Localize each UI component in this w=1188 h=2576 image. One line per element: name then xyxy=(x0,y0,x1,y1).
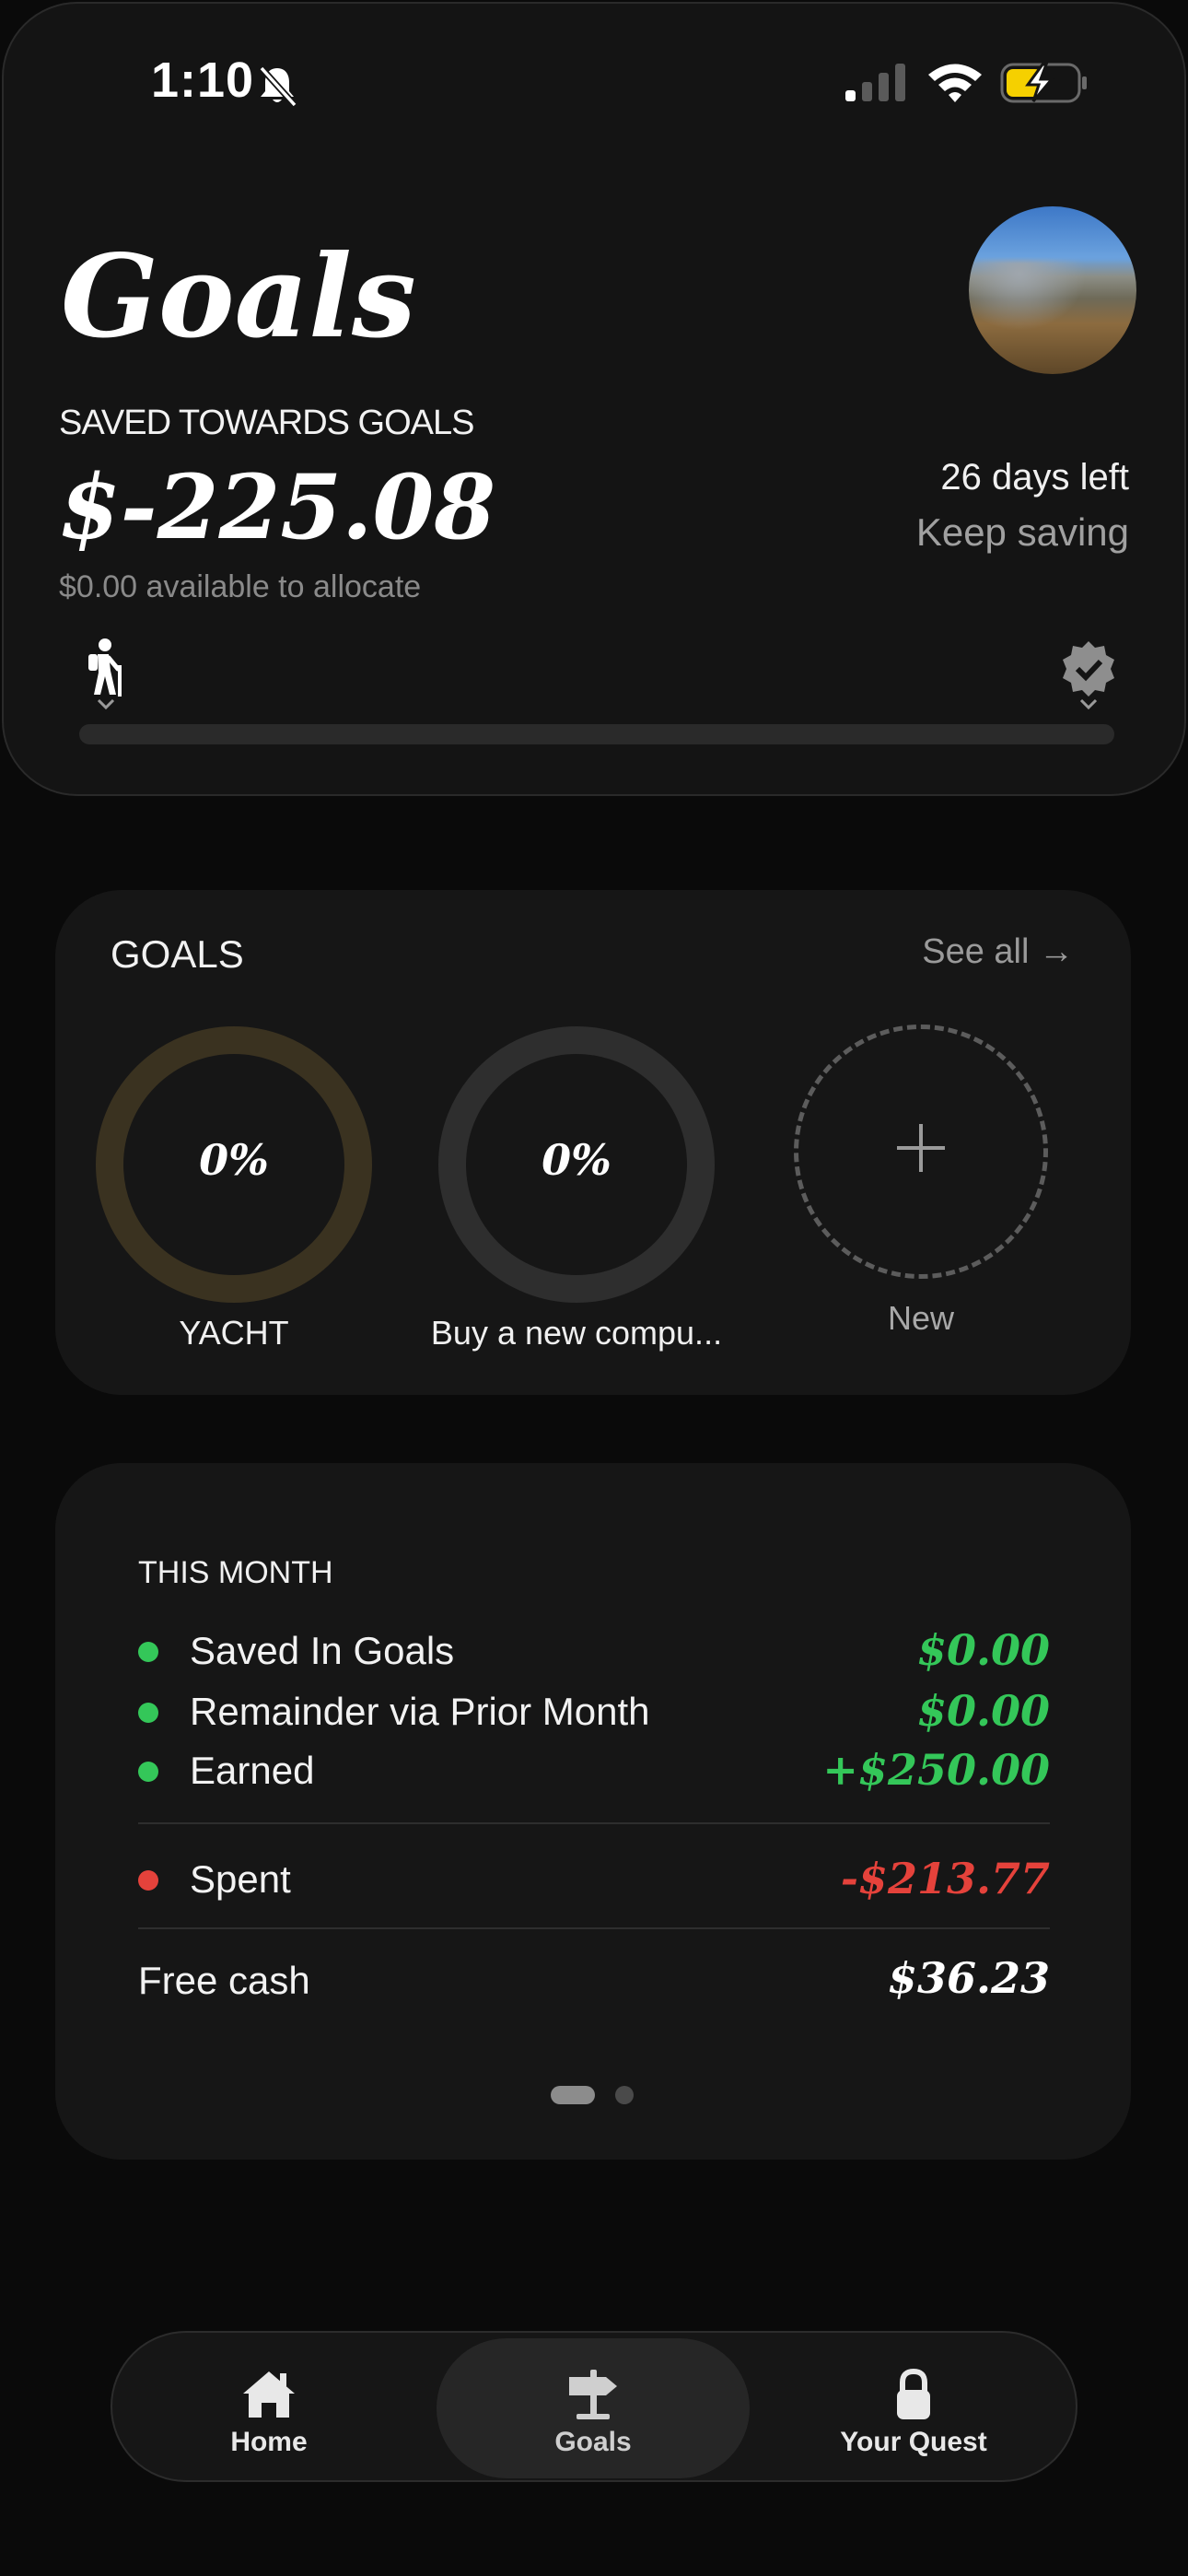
status-dot xyxy=(138,1870,158,1891)
tab-your-quest[interactable]: Your Quest xyxy=(757,2333,1070,2480)
page-title: Goals xyxy=(61,230,416,364)
row-label: Spent xyxy=(190,1857,291,1901)
page-indicator[interactable] xyxy=(615,2086,634,2104)
row-label: Earned xyxy=(190,1749,315,1792)
house-icon xyxy=(243,2371,295,2418)
row-label: Saved In Goals xyxy=(190,1629,455,1672)
verified-badge-icon[interactable] xyxy=(1059,639,1118,698)
goals-heading: GOALS xyxy=(111,932,244,976)
free-cash-label: Free cash xyxy=(138,1959,310,2002)
wifi-icon xyxy=(928,64,982,102)
divider xyxy=(138,1927,1050,1929)
free-cash-value: $36.23 xyxy=(887,1953,1050,2003)
row-value: $0.00 xyxy=(916,1686,1050,1736)
goals-header-card: 1:10 Goals SAVED TOWARDS GOALS $-225.08 xyxy=(2,2,1186,796)
tab-home[interactable]: Home xyxy=(112,2333,425,2480)
goal-name[interactable]: Buy a new compu... xyxy=(420,1314,733,1352)
month-row-saved: Saved In Goals $0.00 xyxy=(138,1623,1050,1679)
status-dot xyxy=(138,1703,158,1723)
row-value: +$250.00 xyxy=(822,1745,1050,1795)
tab-label: Your Quest xyxy=(840,2427,987,2457)
goals-card: GOALS See all → 0% YACHT 0% Buy a new co… xyxy=(55,890,1131,1395)
divider xyxy=(138,1822,1050,1824)
page-indicator-active[interactable] xyxy=(551,2086,595,2104)
this-month-card[interactable]: THIS MONTH Saved In Goals $0.00 Remainde… xyxy=(55,1463,1131,2160)
tab-label: Home xyxy=(230,2427,308,2457)
plus-icon[interactable] xyxy=(895,1122,947,1174)
bell-muted-icon xyxy=(259,65,297,108)
goal-progress-bar xyxy=(79,724,1114,744)
goal-percent: 0% xyxy=(542,1135,611,1185)
lock-icon xyxy=(897,2368,930,2419)
saved-towards-goals-label: SAVED TOWARDS GOALS xyxy=(59,404,474,442)
avatar[interactable] xyxy=(969,206,1136,374)
status-dot xyxy=(138,1642,158,1662)
tab-label: Goals xyxy=(554,2427,632,2457)
row-value: -$213.77 xyxy=(840,1854,1050,1903)
row-label: Remainder via Prior Month xyxy=(190,1690,650,1733)
month-row-remainder: Remainder via Prior Month $0.00 xyxy=(138,1684,1050,1739)
tab-goals[interactable]: Goals xyxy=(437,2338,750,2478)
keep-saving-text: Keep saving xyxy=(915,510,1129,554)
saved-amount: $-225.08 xyxy=(59,455,496,559)
hiker-icon[interactable] xyxy=(83,638,129,698)
tab-bar: Home Goals Your Quest xyxy=(111,2331,1077,2482)
chevron-down-icon[interactable] xyxy=(96,697,116,711)
days-left: 26 days left xyxy=(940,457,1129,498)
month-row-earned: Earned +$250.00 xyxy=(138,1743,1050,1798)
chevron-down-icon[interactable] xyxy=(1078,697,1099,711)
battery-charging-icon xyxy=(1000,63,1087,103)
month-row-spent: Spent -$213.77 xyxy=(138,1852,1050,1907)
status-bar: 1:10 xyxy=(4,4,1184,170)
goal-name[interactable]: YACHT xyxy=(77,1314,390,1352)
status-time: 1:10 xyxy=(151,53,255,108)
see-all-link[interactable]: See all → xyxy=(922,932,1074,972)
cellular-signal-icon xyxy=(845,64,905,101)
this-month-heading: THIS MONTH xyxy=(138,1555,333,1590)
available-to-allocate: $0.00 available to allocate xyxy=(59,569,422,604)
goal-percent: 0% xyxy=(199,1135,269,1185)
signpost-icon xyxy=(569,2370,617,2419)
new-goal-label[interactable]: New xyxy=(783,1299,1059,1338)
row-value: $0.00 xyxy=(916,1625,1050,1675)
status-dot xyxy=(138,1762,158,1782)
